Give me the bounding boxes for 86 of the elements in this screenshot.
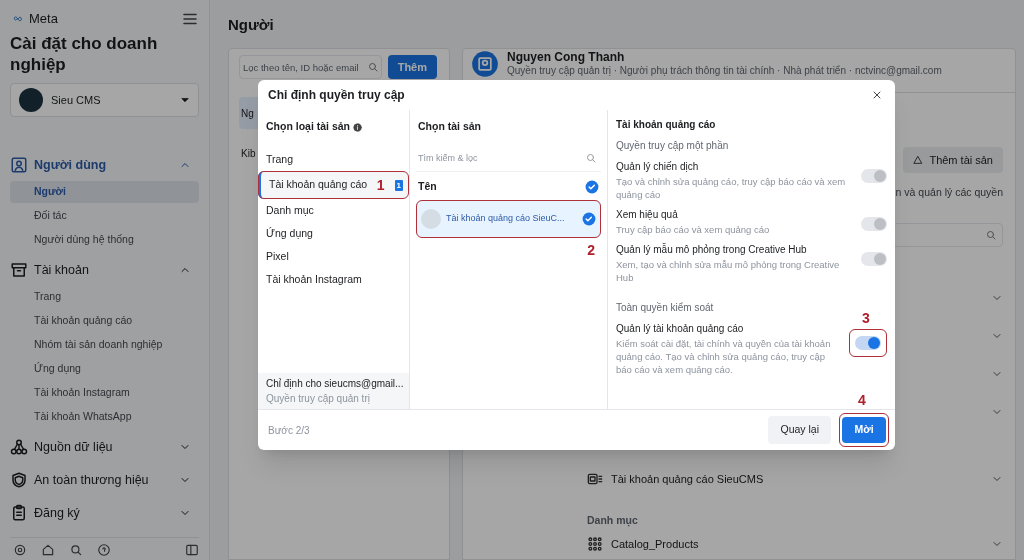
description-text: n và quản lý các quyền bbox=[895, 185, 1003, 200]
account-name: Sieu CMS bbox=[51, 92, 102, 108]
asset-row[interactable]: Tài khoản quảng cáo SieuC... bbox=[416, 200, 601, 238]
callout-number: 3 bbox=[862, 309, 870, 328]
asset-type-item[interactable]: Tài khoản quảng cáo 1 1 bbox=[258, 171, 409, 199]
dialog-title: Chỉ định quyền truy cập bbox=[268, 87, 405, 104]
permission-name: Quản lý tài khoản quảng cáo bbox=[616, 322, 745, 336]
person-roles: Quyền truy cập quản trị · Người phụ trách thông tin tài chính · Nhà phát triển · nctvinc@gmail.com bbox=[507, 65, 942, 76]
column-heading: Chọn tài sản bbox=[417, 119, 482, 135]
asset-type-item[interactable]: Tài khoản Instagram bbox=[258, 268, 409, 291]
person-name: Nguyen Cong Thanh bbox=[507, 50, 626, 65]
sidebar-item[interactable]: Tài khoản quảng cáo bbox=[10, 310, 199, 332]
column-heading: Chọn loại tài sản bbox=[266, 119, 350, 135]
asset-type-item[interactable]: Danh mục bbox=[258, 199, 409, 222]
column-header: Tên bbox=[418, 179, 437, 195]
warning-triangle-icon bbox=[913, 155, 924, 165]
search-icon bbox=[585, 152, 597, 164]
brand-name: Meta bbox=[29, 10, 58, 29]
add-button[interactable]: Thêm bbox=[387, 55, 437, 79]
permission-name: Quản lý chiến dịch bbox=[616, 160, 700, 174]
grid-icon bbox=[587, 536, 603, 553]
ad-account-icon bbox=[587, 471, 603, 487]
sidebar-item[interactable]: Trang bbox=[10, 286, 199, 308]
sidebar-item[interactable]: Người bbox=[10, 181, 199, 203]
sidebar-section[interactable]: Đăng ký bbox=[10, 499, 199, 527]
permission-description: Xem, tạo và chỉnh sửa mẫu mô phỏng trong Creative Hub bbox=[616, 258, 841, 284]
add-asset-button[interactable]: Thêm tài sản bbox=[903, 147, 1003, 173]
search-icon bbox=[69, 542, 83, 558]
asset-type-item[interactable]: Pixel bbox=[258, 245, 409, 268]
permission-description: Kiểm soát cài đặt, tài chính và quyền của tài khoản quảng cáo. Tạo và chỉnh sửa quảng cáo, truy cập báo cáo và xem quảng cáo. bbox=[616, 337, 832, 376]
column-heading: Tài khoản quảng cáo bbox=[616, 117, 717, 132]
sidebar-section[interactable]: An toàn thương hiệu bbox=[10, 466, 199, 494]
assignee-text: Chỉ định cho sieucms@gmail... bbox=[266, 377, 401, 391]
callout-number: 4 bbox=[858, 391, 866, 410]
back-button[interactable]: Quay lại bbox=[768, 416, 831, 444]
select-all-checkbox[interactable] bbox=[585, 180, 599, 194]
asset-type-item[interactable]: Ứng dụng bbox=[258, 222, 409, 245]
permission-description: Tạo và chỉnh sửa quảng cáo, truy cập báo cáo và xem quảng cáo bbox=[616, 175, 847, 201]
clipboard-icon bbox=[10, 504, 28, 522]
home-icon bbox=[41, 542, 55, 558]
search-icon bbox=[366, 61, 379, 73]
sidebar-item[interactable]: Đối tác bbox=[10, 205, 199, 227]
sidebar-item[interactable]: Nhóm tài sản doanh nghiệp bbox=[10, 334, 199, 356]
permission-name: Xem hiệu quả bbox=[616, 208, 679, 222]
permission-description: Truy cập báo cáo và xem quảng cáo bbox=[616, 223, 771, 236]
asset-type-item[interactable]: Trang bbox=[258, 148, 409, 171]
archive-box-icon bbox=[10, 261, 28, 279]
close-icon bbox=[871, 89, 883, 101]
group-heading: Quyền truy cập một phần bbox=[616, 139, 730, 153]
row-checkbox[interactable] bbox=[582, 212, 596, 226]
person-badge-icon bbox=[10, 156, 28, 174]
info-icon bbox=[353, 122, 362, 132]
settings-icon bbox=[13, 542, 27, 558]
panel-icon bbox=[185, 542, 199, 558]
assignee-role: Quyền truy cập quản trị bbox=[266, 392, 371, 406]
shield-icon bbox=[10, 471, 28, 489]
sidebar-section[interactable]: Nguồn dữ liệu bbox=[10, 433, 199, 461]
group-heading: Toàn quyền kiểm soát bbox=[616, 301, 715, 315]
asset-name: Tài khoản quảng cáo SieuCMS bbox=[611, 471, 765, 487]
callout-number: 1 bbox=[376, 175, 385, 195]
page-title: Người bbox=[228, 15, 275, 35]
step-indicator: Bước 2/3 bbox=[268, 423, 310, 438]
asset-name: Catalog_Products bbox=[611, 537, 700, 552]
section-heading: Danh mục bbox=[587, 513, 639, 529]
next-button[interactable]: Mời bbox=[842, 417, 886, 443]
callout-number: 2 bbox=[587, 241, 595, 260]
search-icon bbox=[985, 228, 997, 241]
sidebar-item[interactable]: Ứng dụng bbox=[10, 358, 199, 380]
help-icon bbox=[97, 542, 111, 558]
account-avatar bbox=[19, 88, 43, 112]
sidebar-item[interactable]: Tài khoản WhatsApp bbox=[10, 406, 199, 428]
account-selector[interactable]: Sieu CMS bbox=[10, 83, 199, 117]
caret-icon bbox=[180, 95, 190, 105]
permission-name: Quản lý mẫu mô phỏng trong Creative Hub bbox=[616, 242, 808, 257]
sidebar-item[interactable]: Người dùng hệ thống bbox=[10, 229, 199, 251]
search-field[interactable]: Lọc theo tên, ID hoặc email bbox=[239, 55, 382, 79]
toggle-switch[interactable] bbox=[855, 336, 881, 350]
count-badge: 1 bbox=[394, 179, 403, 191]
search-field[interactable] bbox=[893, 222, 1003, 247]
sidebar-item[interactable]: Tài khoản Instagram bbox=[10, 382, 199, 404]
asset-avatar bbox=[421, 209, 441, 229]
sidebar-title: Cài đặt cho doanh nghiệp bbox=[10, 33, 159, 75]
sidebar-section[interactable]: Tài khoản bbox=[10, 256, 199, 284]
sidebar-section[interactable]: Người dùng bbox=[10, 151, 199, 179]
asset-name: Tài khoản quảng cáo SieuC... bbox=[446, 212, 566, 226]
nodes-icon bbox=[10, 438, 28, 456]
